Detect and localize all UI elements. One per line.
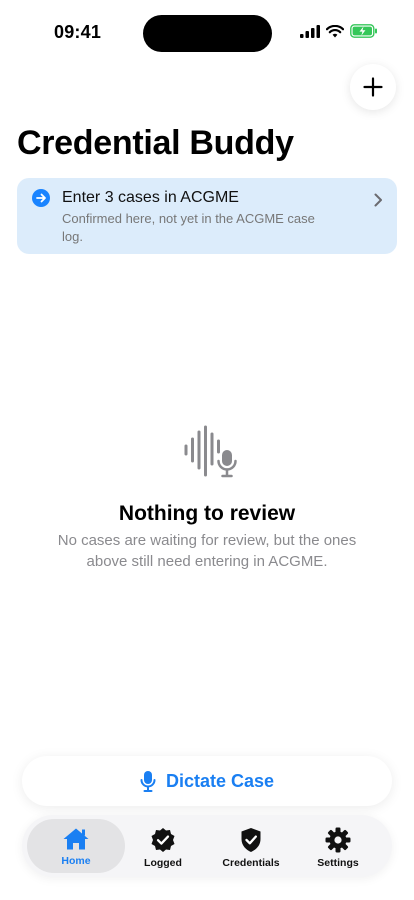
acgme-pending-banner[interactable]: Enter 3 cases in ACGME Confirmed here, n… bbox=[17, 178, 397, 254]
checkmark-seal-icon bbox=[151, 828, 175, 852]
empty-state-title: Nothing to review bbox=[118, 502, 296, 525]
empty-state-message: No cases are waiting for review, but the… bbox=[57, 532, 357, 570]
mic-icon bbox=[140, 771, 156, 792]
house-icon bbox=[63, 828, 89, 850]
arrow-right-circle-icon bbox=[32, 189, 50, 207]
banner-subtitle: Confirmed here, not yet in the ACGME cas… bbox=[62, 211, 315, 244]
status-time: 09:41 bbox=[54, 22, 102, 42]
dynamic-island bbox=[143, 15, 272, 52]
tab-home[interactable]: Home bbox=[27, 819, 125, 873]
wifi-icon bbox=[326, 24, 344, 37]
tab-home-label: Home bbox=[61, 855, 91, 867]
page-title: Credential Buddy bbox=[17, 124, 294, 162]
status-bar: 09:41 bbox=[0, 0, 414, 64]
tab-settings-label: Settings bbox=[317, 857, 359, 869]
tab-settings[interactable]: Settings bbox=[289, 819, 387, 873]
tab-logged[interactable]: Logged bbox=[114, 819, 212, 873]
plus-icon bbox=[363, 77, 383, 97]
banner-title: Enter 3 cases in ACGME bbox=[62, 189, 239, 206]
tab-credentials-label: Credentials bbox=[222, 857, 280, 869]
status-icons bbox=[300, 24, 378, 38]
chevron-right-icon bbox=[374, 193, 382, 207]
tab-credentials[interactable]: Credentials bbox=[202, 819, 300, 873]
dictate-case-button[interactable]: Dictate Case bbox=[22, 756, 392, 806]
gear-icon bbox=[325, 827, 351, 853]
battery-charging-icon bbox=[350, 24, 377, 38]
add-case-button[interactable] bbox=[350, 64, 396, 110]
tab-logged-label: Logged bbox=[144, 857, 182, 869]
waveform-mic-icon bbox=[184, 425, 237, 478]
dictate-case-label: Dictate Case bbox=[165, 770, 275, 791]
tab-bar: Home Logged Credentials Settings bbox=[22, 815, 392, 877]
checkmark-shield-icon bbox=[241, 828, 261, 852]
cellular-signal-icon bbox=[300, 24, 320, 38]
